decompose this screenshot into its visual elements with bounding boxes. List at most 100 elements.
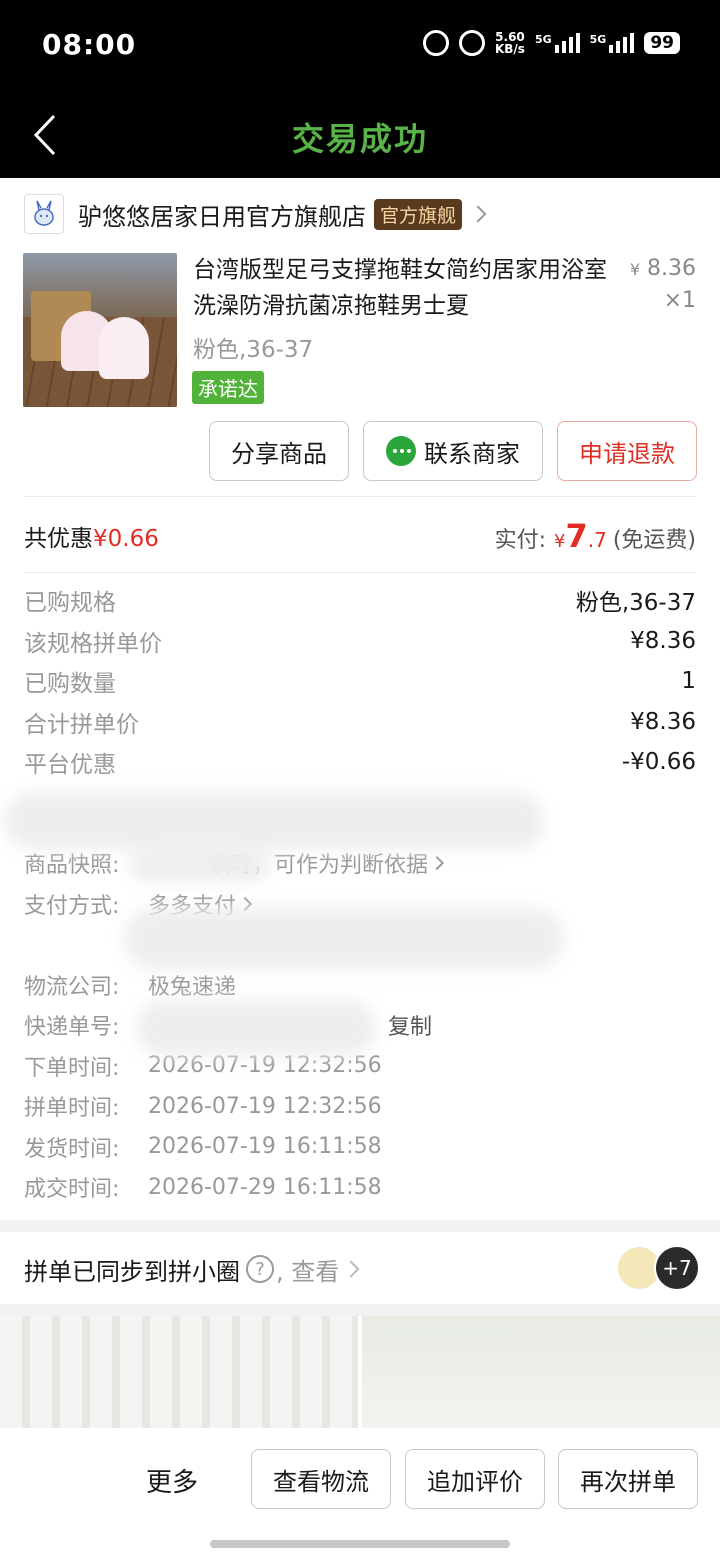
payment-summary: 共优惠¥0.66 实付: ¥7.7 (免运费) (24, 506, 696, 566)
spec-row: 已购数量 1 (24, 661, 696, 702)
spec-row: 已购规格 粉色,36-37 (24, 580, 696, 621)
section-gap (0, 1220, 720, 1232)
paid-label: 实付: (494, 528, 547, 553)
product-price-value: 8.36 (647, 256, 696, 281)
store-name[interactable]: 驴悠悠居家日用官方旗舰店 (78, 197, 366, 232)
spec-value: ¥8.36 (630, 708, 696, 735)
friend-avatars[interactable]: +7 (616, 1245, 700, 1291)
logistics-key: 物流公司: (24, 974, 120, 1000)
more-avatars-count: +7 (654, 1245, 700, 1291)
redaction-blur (136, 1000, 376, 1056)
chevron-right-icon (342, 1260, 360, 1278)
spec-value: -¥0.66 (621, 749, 696, 776)
redaction-blur (4, 792, 544, 850)
share-product-button[interactable]: 分享商品 (209, 421, 349, 481)
chat-icon (386, 436, 416, 466)
network-speed-unit: KB/s (494, 42, 525, 56)
battery-icon: 99 (644, 32, 680, 54)
logistics-row: 物流公司: 极兔速递 (24, 965, 696, 1006)
gesture-bar (0, 1528, 720, 1563)
product-quantity: ×1 (663, 288, 696, 313)
rebuy-button[interactable]: 再次拼单 (558, 1449, 698, 1509)
paid-int: 7 (565, 517, 588, 555)
recommend-photos (0, 1316, 720, 1436)
spec-key: 该规格拼单价 (24, 630, 162, 657)
add-review-button[interactable]: 追加评价 (405, 1449, 545, 1509)
spec-value: 1 (681, 668, 696, 695)
view-logistics-button[interactable]: 查看物流 (251, 1449, 391, 1509)
ship-time-value: 2026-07-19 16:11:58 (148, 1134, 382, 1160)
pay-key: 支付方式: (24, 893, 120, 919)
request-refund-button[interactable]: 申请退款 (557, 421, 697, 481)
signal-icon-2: 5G (590, 33, 635, 53)
ship-time-key: 发货时间: (24, 1136, 120, 1162)
signal-label: 5G (534, 33, 552, 46)
spec-key: 合计拼单价 (24, 711, 139, 738)
divider (24, 496, 696, 497)
deal-time-value: 2026-07-29 16:11:58 (148, 1174, 382, 1200)
contact-merchant-button[interactable]: 联系商家 (363, 421, 543, 481)
order-time-value: 2026-07-19 12:32:56 (148, 1053, 382, 1079)
circle-text: 拼单已同步到拼小圈 (24, 1257, 240, 1286)
order-specs: 已购规格 粉色,36-37 该规格拼单价 ¥8.36 已购数量 1 合计拼单价 ¥8.3… (24, 580, 696, 783)
contact-merchant-label: 联系商家 (424, 439, 520, 468)
discount-total: 共优惠¥0.66 (24, 519, 159, 553)
product-photo[interactable] (362, 1316, 720, 1436)
view-link[interactable]: , 查看 (276, 1252, 339, 1287)
section-gap (0, 1304, 720, 1316)
title-bar: 交易成功 (0, 92, 720, 178)
paid-amount: 实付: ¥7.7 (免运费) (495, 517, 696, 555)
home-indicator[interactable] (210, 1540, 510, 1548)
group-time-value: 2026-07-19 12:32:56 (148, 1093, 382, 1119)
spec-value: ¥8.36 (630, 627, 696, 654)
paid-currency: ¥ (554, 531, 566, 552)
product-title[interactable]: 台湾版型足弓支撑拖鞋女简约居家用浴室洗澡防滑抗菌凉拖鞋男士夏 (193, 252, 613, 324)
product-price-currency: ¥ (629, 260, 641, 279)
mute-icon (458, 30, 485, 56)
copy-tracking-button[interactable]: 复制 (388, 1009, 432, 1041)
spec-row: 合计拼单价 ¥8.36 (24, 702, 696, 743)
divider (24, 572, 696, 573)
signal-label-2: 5G (589, 33, 607, 46)
help-icon[interactable]: ? (246, 1255, 274, 1283)
discount-label: 共优惠 (24, 526, 93, 552)
promise-tag: 承诺达 (192, 371, 264, 404)
more-button[interactable]: 更多 (146, 1462, 198, 1499)
product-image[interactable] (23, 253, 177, 407)
network-speed: 5.60 KB/s (495, 31, 525, 55)
spec-row: 平台优惠 -¥0.66 (24, 742, 696, 783)
spec-row: 该规格拼单价 ¥8.36 (24, 621, 696, 662)
signal-icon: 5G (535, 33, 580, 53)
product-card: 台湾版型足弓支撑拖鞋女简约居家用浴室洗澡防滑抗菌凉拖鞋男士夏 ¥ 8.36 ×1… (0, 250, 720, 500)
spec-key: 平台优惠 (24, 752, 116, 779)
store-row[interactable]: 驴悠悠居家日用官方旗舰店 官方旗舰 (0, 178, 720, 250)
spec-value: 粉色,36-37 (575, 590, 696, 617)
bottom-action-bar: 更多 查看物流 追加评价 再次拼单 (0, 1428, 720, 1528)
donkey-logo-icon (34, 200, 54, 226)
page-title: 交易成功 (291, 120, 428, 158)
status-bar: 08:00 5.60 KB/s 5G 5G 99 (0, 0, 720, 92)
status-icons: 5.60 KB/s 5G 5G 99 (422, 30, 680, 56)
ship-time-row: 发货时间: 2026-07-19 16:11:58 (24, 1127, 696, 1168)
product-photo[interactable] (0, 1316, 358, 1436)
tracking-key: 快递单号: (24, 1015, 120, 1041)
chevron-right-icon (429, 856, 445, 871)
redaction-blur (130, 846, 270, 882)
official-badge: 官方旗舰 (374, 198, 463, 230)
product-spec: 粉色,36-37 (193, 337, 314, 363)
store-logo (24, 194, 64, 234)
redaction-blur (124, 908, 564, 970)
chevron-right-icon (469, 205, 487, 223)
spec-key: 已购规格 (24, 590, 116, 617)
alarm-icon (422, 30, 449, 56)
group-time-row: 拼单时间: 2026-07-19 12:32:56 (24, 1086, 696, 1127)
product-price: ¥ 8.36 (630, 256, 696, 281)
shipping-note: (免运费) (612, 528, 696, 553)
pinxiaoquan-row[interactable]: 拼单已同步到拼小圈 ? , 查看 +7 (0, 1234, 720, 1304)
group-time-key: 拼单时间: (24, 1096, 120, 1122)
order-time-key: 下单时间: (24, 1055, 120, 1081)
discount-value: ¥0.66 (93, 526, 159, 552)
paid-dec: .7 (587, 528, 607, 552)
logistics-value: 极兔速递 (148, 974, 237, 1000)
spec-key: 已购数量 (24, 671, 116, 698)
